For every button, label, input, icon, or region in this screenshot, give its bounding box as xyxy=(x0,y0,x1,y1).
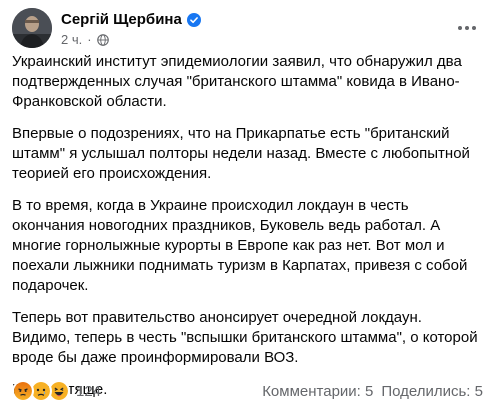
avatar-image xyxy=(12,8,52,48)
post-meta: 2 ч. · xyxy=(61,32,109,47)
verified-badge-icon xyxy=(186,12,201,27)
post-paragraph: Теперь вот правительство анонсирует очер… xyxy=(12,309,478,366)
angry-reaction-icon xyxy=(12,380,34,402)
post-footer: 124 Комментарии: 5 Поделились: 5 xyxy=(12,379,483,403)
reactions-summary[interactable]: 124 xyxy=(12,380,101,402)
post-paragraph: Впервые о подозрениях, что на Прикарпать… xyxy=(12,125,470,182)
post-paragraph: Украинский институт эпидемиологии заявил… xyxy=(12,53,462,110)
reactions-count[interactable]: 124 xyxy=(76,383,101,400)
shares-count-link[interactable]: Поделились: 5 xyxy=(381,383,483,400)
author-row: Сергій Щербина xyxy=(61,11,201,28)
more-options-button[interactable] xyxy=(451,12,483,44)
engagement-counts: Комментарии: 5 Поделились: 5 xyxy=(262,383,483,400)
post-header: Сергій Щербина 2 ч. · xyxy=(12,8,483,52)
post-text: Украинский институт эпидемиологии заявил… xyxy=(12,52,480,412)
post-paragraph: В то время, когда в Украине происходил л… xyxy=(12,197,468,294)
post-timestamp[interactable]: 2 ч. xyxy=(61,32,82,47)
comments-count-link[interactable]: Комментарии: 5 xyxy=(262,383,373,400)
author-name[interactable]: Сергій Щербина xyxy=(61,11,182,28)
meta-separator: · xyxy=(87,32,92,47)
avatar[interactable] xyxy=(12,8,52,48)
more-options-icon xyxy=(458,26,476,30)
globe-icon[interactable] xyxy=(96,33,109,46)
